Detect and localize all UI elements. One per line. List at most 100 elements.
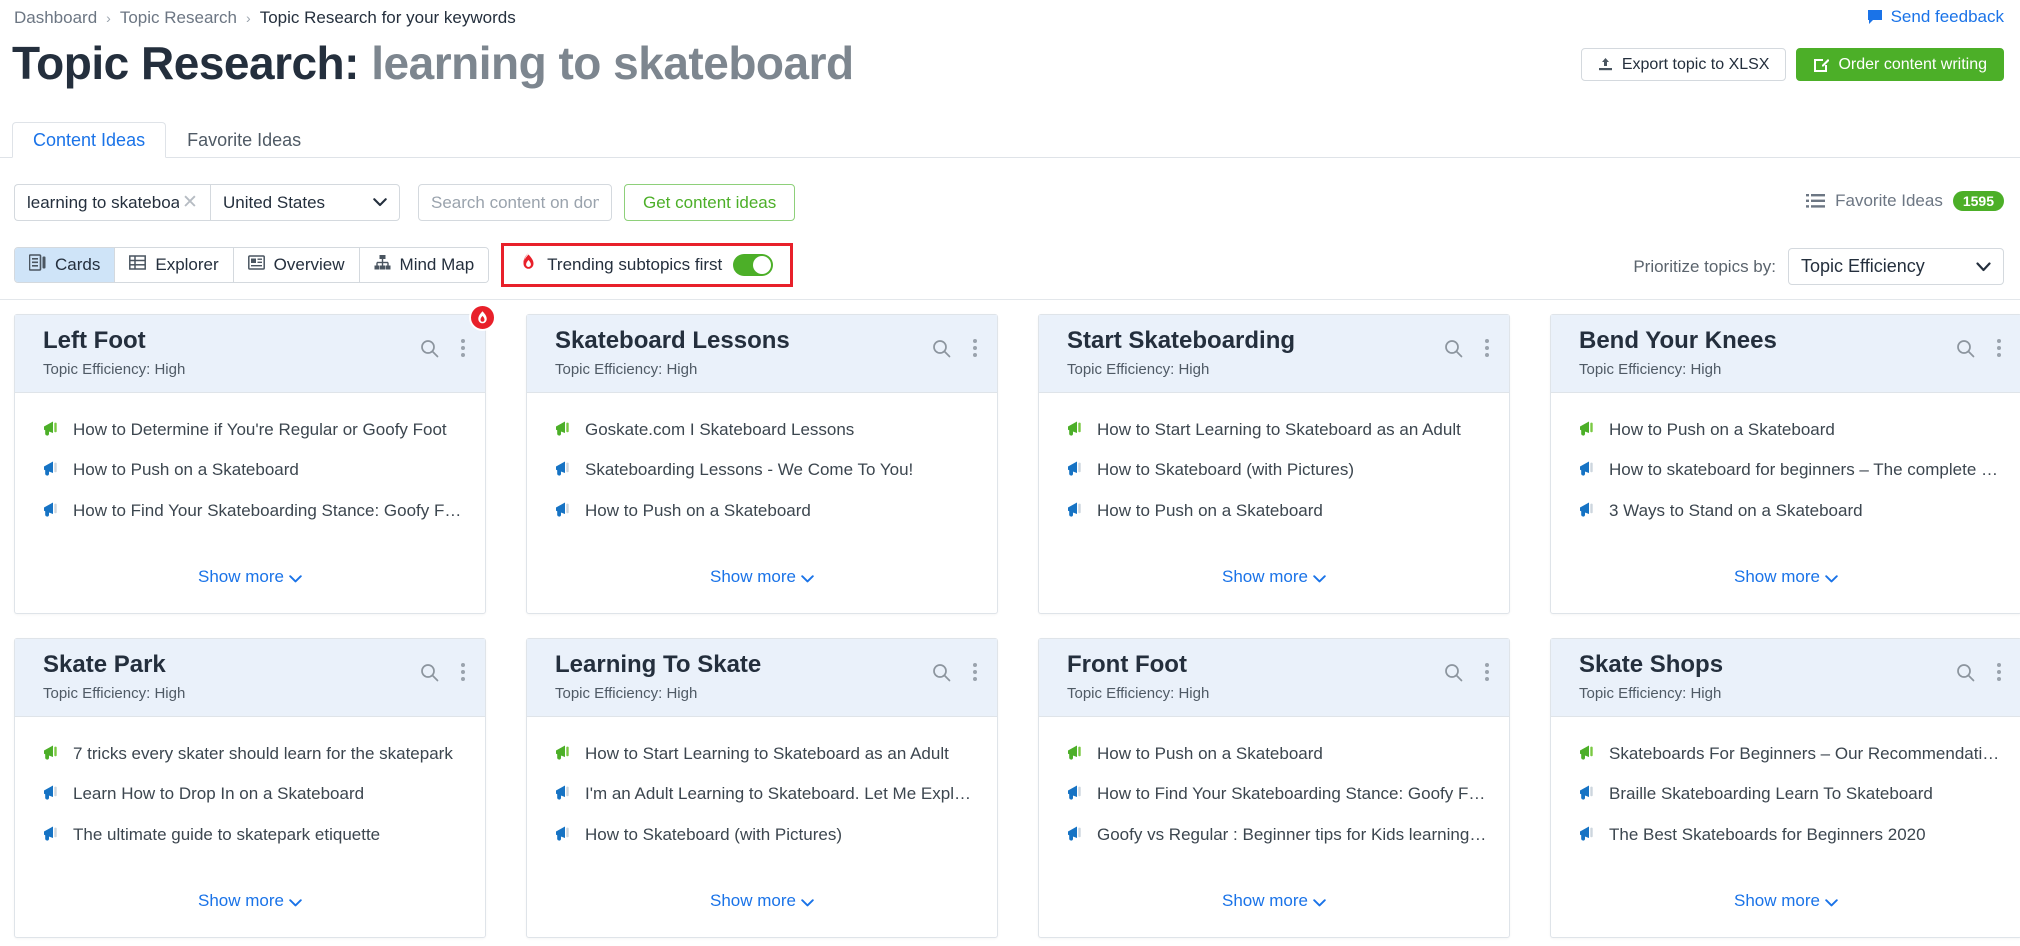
search-icon[interactable] <box>1956 663 1975 682</box>
topic-card-0[interactable]: Left Foot Topic Efficiency: High How to … <box>14 304 496 614</box>
search-icon[interactable] <box>932 663 951 682</box>
more-options-icon[interactable] <box>1993 661 2005 683</box>
idea-row[interactable]: How to Push on a Skateboard <box>1067 744 1491 765</box>
topic-card-3[interactable]: Bend Your Knees Topic Efficiency: High H… <box>1550 314 2020 614</box>
search-icon[interactable] <box>420 663 439 682</box>
view-cards-button[interactable]: Cards <box>15 248 116 282</box>
more-options-icon[interactable] <box>457 337 469 359</box>
idea-row[interactable]: How to Start Learning to Skateboard as a… <box>1067 420 1491 441</box>
favorite-ideas-button[interactable]: Favorite Ideas 1595 <box>1806 191 2004 211</box>
idea-row[interactable]: How to Skateboard (with Pictures) <box>555 825 979 846</box>
more-options-icon[interactable] <box>1481 337 1493 359</box>
more-options-icon[interactable] <box>1993 337 2005 359</box>
more-options-icon[interactable] <box>969 661 981 683</box>
idea-row[interactable]: 7 tricks every skater should learn for t… <box>43 744 467 765</box>
topic-card-7[interactable]: Skate Shops Topic Efficiency: High Skate… <box>1550 638 2020 938</box>
idea-title[interactable]: How to Skateboard (with Pictures) <box>1097 460 1354 480</box>
tab-favorite-ideas[interactable]: Favorite Ideas <box>166 122 322 158</box>
topic-card-1[interactable]: Skateboard Lessons Topic Efficiency: Hig… <box>526 314 998 614</box>
idea-title[interactable]: How to skateboard for beginners – The co… <box>1609 460 1998 480</box>
domain-search-input[interactable] <box>431 192 599 213</box>
idea-row[interactable]: Braille Skateboarding Learn To Skateboar… <box>1579 784 2003 805</box>
idea-row[interactable]: I'm an Adult Learning to Skateboard. Let… <box>555 784 979 805</box>
idea-title[interactable]: How to Find Your Skateboarding Stance: G… <box>1097 784 1491 804</box>
idea-title[interactable]: Braille Skateboarding Learn To Skateboar… <box>1609 784 1933 804</box>
idea-title[interactable]: 7 tricks every skater should learn for t… <box>73 744 453 764</box>
idea-title[interactable]: How to Push on a Skateboard <box>73 460 299 480</box>
idea-row[interactable]: The Best Skateboards for Beginners 2020 <box>1579 825 2003 846</box>
show-more-button[interactable]: Show more <box>15 567 485 587</box>
idea-row[interactable]: How to skateboard for beginners – The co… <box>1579 460 2003 481</box>
show-more-button[interactable]: Show more <box>527 891 997 911</box>
search-icon[interactable] <box>1956 339 1975 358</box>
idea-title[interactable]: How to Find Your Skateboarding Stance: G… <box>73 501 467 521</box>
idea-title[interactable]: How to Start Learning to Skateboard as a… <box>585 744 949 764</box>
idea-row[interactable]: How to Push on a Skateboard <box>555 501 979 522</box>
topic-card-5[interactable]: Learning To Skate Topic Efficiency: High… <box>526 638 998 938</box>
get-content-ideas-button[interactable]: Get content ideas <box>624 184 796 221</box>
idea-row[interactable]: Learn How to Drop In on a Skateboard <box>43 784 467 805</box>
idea-title[interactable]: How to Push on a Skateboard <box>1097 744 1323 764</box>
idea-title[interactable]: How to Push on a Skateboard <box>1609 420 1835 440</box>
idea-title[interactable]: Learn How to Drop In on a Skateboard <box>73 784 364 804</box>
idea-row[interactable]: Goofy vs Regular : Beginner tips for Kid… <box>1067 825 1491 846</box>
idea-row[interactable]: Skateboards For Beginners – Our Recommen… <box>1579 744 2003 765</box>
idea-title[interactable]: Skateboarding Lessons - We Come To You! <box>585 460 913 480</box>
idea-row[interactable]: How to Skateboard (with Pictures) <box>1067 460 1491 481</box>
prioritize-select[interactable]: Topic Efficiency <box>1788 248 2004 285</box>
view-overview-button[interactable]: Overview <box>233 248 360 282</box>
more-options-icon[interactable] <box>969 337 981 359</box>
idea-title[interactable]: How to Push on a Skateboard <box>1097 501 1323 521</box>
idea-row[interactable]: Skateboarding Lessons - We Come To You! <box>555 460 979 481</box>
tab-content-ideas[interactable]: Content Ideas <box>12 122 167 158</box>
idea-row[interactable]: Goskate.com I Skateboard Lessons <box>555 420 979 441</box>
show-more-button[interactable]: Show more <box>1039 891 1509 911</box>
country-select[interactable]: United States <box>210 184 400 221</box>
show-more-button[interactable]: Show more <box>527 567 997 587</box>
idea-title[interactable]: How to Push on a Skateboard <box>585 501 811 521</box>
topic-card-2[interactable]: Start Skateboarding Topic Efficiency: Hi… <box>1038 314 1510 614</box>
search-icon[interactable] <box>932 339 951 358</box>
clear-keyword-icon[interactable]: ✕ <box>179 193 201 212</box>
trending-subtopics-toggle[interactable] <box>733 254 774 276</box>
idea-row[interactable]: How to Find Your Skateboarding Stance: G… <box>43 501 467 522</box>
more-options-icon[interactable] <box>457 661 469 683</box>
export-topic-button[interactable]: Export topic to XLSX <box>1580 48 1787 81</box>
search-icon[interactable] <box>420 339 439 358</box>
idea-title[interactable]: Goofy vs Regular : Beginner tips for Kid… <box>1097 825 1491 845</box>
more-options-icon[interactable] <box>1481 661 1493 683</box>
show-more-button[interactable]: Show more <box>15 891 485 911</box>
breadcrumb-item-topic-research[interactable]: Topic Research <box>120 8 237 28</box>
idea-title[interactable]: Skateboards For Beginners – Our Recommen… <box>1609 744 2003 764</box>
idea-row[interactable]: How to Determine if You're Regular or Go… <box>43 420 467 441</box>
keyword-input[interactable] <box>27 192 179 213</box>
show-more-button[interactable]: Show more <box>1551 567 2020 587</box>
idea-title[interactable]: I'm an Adult Learning to Skateboard. Let… <box>585 784 979 804</box>
idea-row[interactable]: How to Push on a Skateboard <box>43 460 467 481</box>
topic-card-4[interactable]: Skate Park Topic Efficiency: High 7 tric… <box>14 638 486 938</box>
idea-title[interactable]: Goskate.com I Skateboard Lessons <box>585 420 854 440</box>
view-mind-map-button[interactable]: Mind Map <box>359 248 489 282</box>
view-explorer-button[interactable]: Explorer <box>115 248 234 282</box>
topic-card-efficiency: Topic Efficiency: High <box>43 685 186 703</box>
show-more-button[interactable]: Show more <box>1039 567 1509 587</box>
idea-row[interactable]: How to Push on a Skateboard <box>1579 420 2003 441</box>
idea-title[interactable]: The Best Skateboards for Beginners 2020 <box>1609 825 1926 845</box>
idea-title[interactable]: How to Skateboard (with Pictures) <box>585 825 842 845</box>
send-feedback-button[interactable]: Send feedback <box>1866 7 2004 27</box>
idea-row[interactable]: How to Push on a Skateboard <box>1067 501 1491 522</box>
idea-title[interactable]: How to Determine if You're Regular or Go… <box>73 420 447 440</box>
order-content-writing-button[interactable]: Order content writing <box>1796 48 2004 81</box>
idea-row[interactable]: How to Find Your Skateboarding Stance: G… <box>1067 784 1491 805</box>
topic-card-6[interactable]: Front Foot Topic Efficiency: High How to… <box>1038 638 1510 938</box>
search-icon[interactable] <box>1444 339 1463 358</box>
show-more-button[interactable]: Show more <box>1551 891 2020 911</box>
idea-row[interactable]: 3 Ways to Stand on a Skateboard <box>1579 501 2003 522</box>
idea-row[interactable]: The ultimate guide to skatepark etiquett… <box>43 825 467 846</box>
idea-title[interactable]: The ultimate guide to skatepark etiquett… <box>73 825 380 845</box>
breadcrumb-item-dashboard[interactable]: Dashboard <box>14 8 97 28</box>
idea-title[interactable]: 3 Ways to Stand on a Skateboard <box>1609 501 1863 521</box>
search-icon[interactable] <box>1444 663 1463 682</box>
idea-row[interactable]: How to Start Learning to Skateboard as a… <box>555 744 979 765</box>
idea-title[interactable]: How to Start Learning to Skateboard as a… <box>1097 420 1461 440</box>
